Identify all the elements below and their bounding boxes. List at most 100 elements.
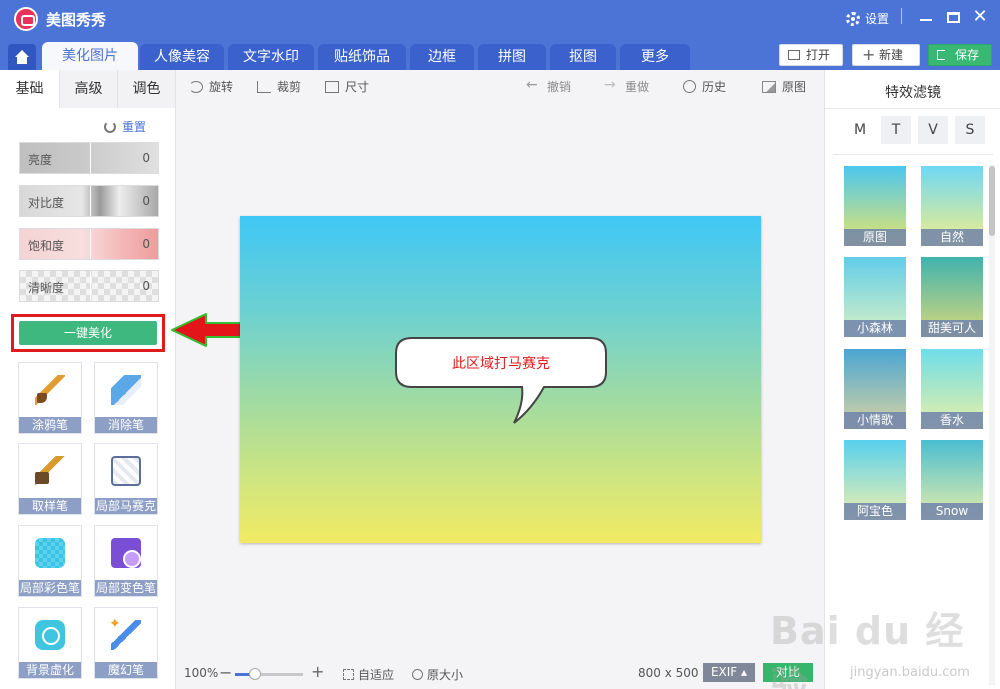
tab-stickers[interactable]: 贴纸饰品 [318,44,406,70]
settings-label: 设置 [865,12,890,26]
filter-thumb[interactable]: 甜美可人 [921,257,983,337]
new-button[interactable]: + 新建 [852,44,920,66]
slider-value: 0 [142,151,150,165]
undo-label: 撤销 [547,80,572,94]
tab-portrait[interactable]: 人像美容 [140,44,224,70]
undo-button[interactable]: 撤销 [526,77,572,95]
contrast-slider[interactable]: 对比度 0 [19,185,159,217]
history-button[interactable]: 历史 [683,78,726,95]
settings-button[interactable]: 设置 [846,10,889,27]
main-tab-bar: 美化图片 人像美容 文字水印 贴纸饰品 边框 拼图 抠图 更多 打开 + 新建 … [0,40,1000,70]
home-button[interactable] [8,44,36,70]
filter-tab-s[interactable]: S [955,116,985,144]
tab-cutout[interactable]: 抠图 [550,44,616,70]
watermark-url: jingyan.baidu.com [850,665,970,680]
tool-label: 局部彩色笔 [19,580,81,596]
filter-tab-v[interactable]: V [918,116,948,144]
tool-doodle-pen[interactable]: 涂鸦笔 [18,362,82,434]
size-button[interactable]: 尺寸 [325,78,369,95]
left-panel: 基础 高级 调色 重置 亮度 0 对比度 0 饱和度 0 清晰度 0 一键美化 … [0,70,176,689]
crop-button[interactable]: 裁剪 [257,78,301,95]
subtab-advanced[interactable]: 高级 [60,70,118,108]
slider-value: 0 [142,237,150,251]
redo-label: 重做 [625,80,650,94]
mosaic-area-note: 此区域打马赛克 [452,356,550,372]
tool-local-color-pen[interactable]: 局部彩色笔 [18,525,82,597]
tool-magic-pen[interactable]: 魔幻笔 [94,607,158,679]
filter-tab-t[interactable]: T [881,116,911,144]
filter-thumb[interactable]: 小森林 [844,257,906,337]
tool-local-mosaic[interactable]: 局部马赛克 [94,443,158,515]
slider-label: 亮度 [28,153,53,167]
filter-thumb[interactable]: 原图 [844,166,906,246]
zoom-slider[interactable] [235,668,303,680]
crop-icon [257,80,271,93]
reset-icon [104,120,116,133]
original-label: 原图 [782,80,807,94]
tool-label: 局部马赛克 [95,498,157,514]
fit-icon [343,669,354,680]
zoom-in-button[interactable]: + [311,662,324,681]
exif-button[interactable]: EXIF ▴ [703,663,755,682]
save-label: 保存 [955,48,980,62]
filter-panel: 特效滤镜 M T V S 原图 自然 小森林 甜美可人 小情歌 香水 阿宝色 S… [824,70,1000,689]
actual-size-button[interactable]: 原大小 [412,666,463,683]
open-button[interactable]: 打开 [779,44,843,66]
filter-panel-title: 特效滤镜 [885,85,941,101]
filter-tab-m[interactable]: M [845,116,875,144]
slider-value: 0 [142,194,150,208]
close-icon[interactable]: ✕ [972,8,988,26]
zoom-slider-thumb[interactable] [249,668,262,680]
magic-pen-icon [109,616,141,650]
filter-label: 自然 [921,229,983,246]
sharpness-slider[interactable]: 清晰度 0 [19,270,159,302]
one-click-beautify-button[interactable]: 一键美化 [19,321,157,345]
tab-collage[interactable]: 拼图 [478,44,546,70]
minimize-icon[interactable] [920,19,932,21]
rotate-label: 旋转 [209,80,234,94]
filter-thumb[interactable]: 自然 [921,166,983,246]
color-pen-icon [35,538,65,568]
filter-thumb[interactable]: 香水 [921,349,983,429]
home-icon [15,50,29,64]
slider-divider [90,229,91,259]
maximize-icon[interactable] [947,12,960,23]
saturation-slider[interactable]: 饱和度 0 [19,228,159,260]
divider [825,108,1000,109]
subtab-color[interactable]: 调色 [118,70,176,108]
clock-icon [683,80,696,93]
blur-icon [35,620,65,650]
brightness-slider[interactable]: 亮度 0 [19,142,159,174]
tab-text-watermark[interactable]: 文字水印 [228,44,314,70]
filter-thumb[interactable]: 小情歌 [844,349,906,429]
tab-beautify[interactable]: 美化图片 [42,42,138,70]
slider-divider [90,143,91,173]
slider-label: 饱和度 [28,239,65,253]
brush-icon [35,375,65,405]
tool-label: 背景虚化 [19,662,81,678]
filter-thumb[interactable]: 阿宝色 [844,440,906,520]
zoom-percent: 100% [184,666,219,680]
redo-button[interactable]: 重做 [604,77,650,95]
filter-scrollbar-thumb[interactable] [989,166,995,236]
gear-icon [846,11,860,26]
tool-local-color-change[interactable]: 局部变色笔 [94,525,158,597]
filter-label: 原图 [844,229,906,246]
tool-sample-pen[interactable]: 取样笔 [18,443,82,515]
fit-button[interactable]: 自适应 [343,666,394,683]
slider-divider [90,186,91,216]
tab-more[interactable]: 更多 [620,44,690,70]
reset-button[interactable]: 重置 [104,118,146,135]
edit-toolbar: 旋转 裁剪 尺寸 撤销 重做 历史 原图 [177,70,824,102]
save-button[interactable]: 保存 [928,44,992,66]
tool-eraser-pen[interactable]: 消除笔 [94,362,158,434]
rotate-button[interactable]: 旋转 [189,78,233,95]
zoom-out-button[interactable]: − [219,663,232,682]
tool-background-blur[interactable]: 背景虚化 [18,607,82,679]
original-button[interactable]: 原图 [762,78,806,95]
fit-label: 自适应 [358,668,395,682]
adjust-subtabs: 基础 高级 调色 [0,70,176,108]
filter-thumb[interactable]: Snow [921,440,983,520]
tab-frames[interactable]: 边框 [410,44,474,70]
subtab-basic[interactable]: 基础 [0,70,60,108]
